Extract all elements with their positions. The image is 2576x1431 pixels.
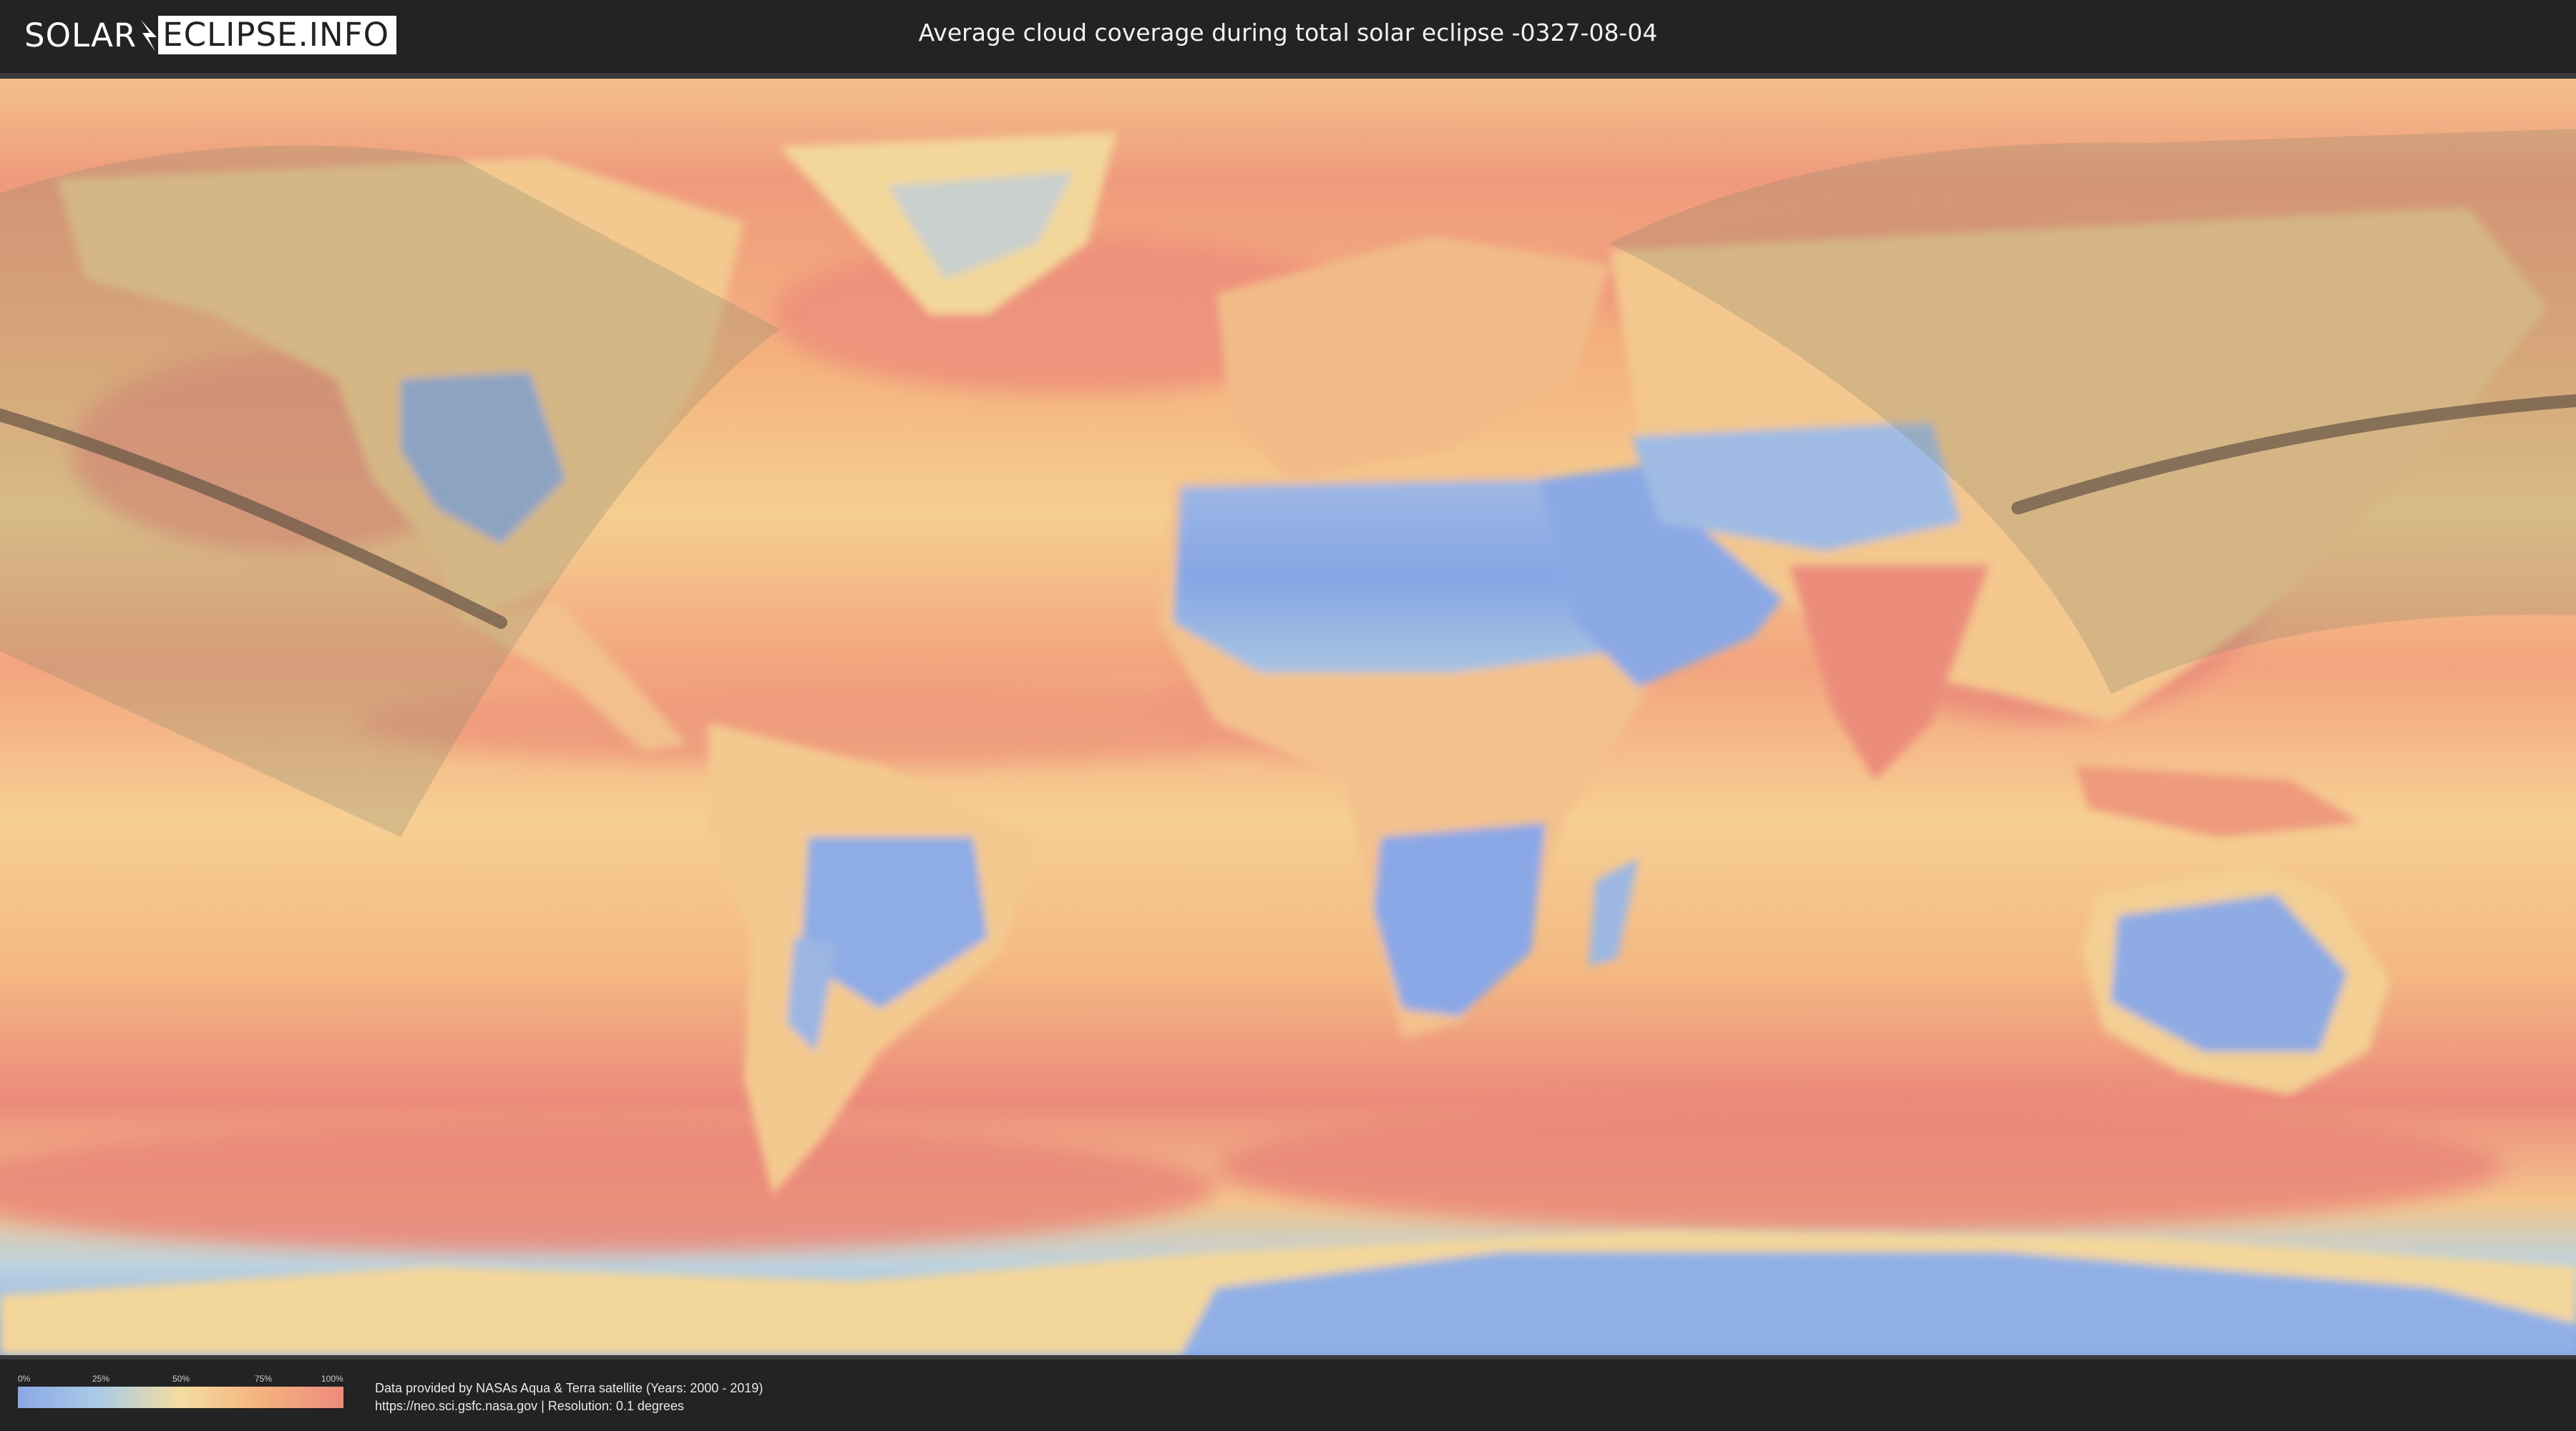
- legend-tick: 75%: [255, 1374, 273, 1384]
- page-title: Average cloud coverage during total sola…: [918, 19, 1658, 47]
- legend-tick: 0%: [18, 1374, 31, 1384]
- map-frame: [0, 73, 2576, 1359]
- cloud-coverage-map[interactable]: [0, 79, 2576, 1355]
- legend-color-bar: [18, 1387, 343, 1408]
- credits-line-1: Data provided by NASAs Aqua & Terra sate…: [375, 1381, 763, 1395]
- legend-tick: 50%: [172, 1374, 190, 1384]
- cloud-coverage-legend: 0% 25% 50% 75% 100%: [18, 1374, 343, 1408]
- header-bar: SOLAR ECLIPSE.INFO Average cloud coverag…: [0, 0, 2576, 73]
- data-credits: Data provided by NASAs Aqua & Terra sate…: [375, 1379, 763, 1415]
- credits-line-2: https://neo.sci.gsfc.nasa.gov | Resoluti…: [375, 1399, 684, 1413]
- footer-bar: 0% 25% 50% 75% 100% Data provided by NAS…: [0, 1359, 2576, 1431]
- legend-tick: 100%: [321, 1374, 343, 1384]
- legend-tick: 25%: [92, 1374, 110, 1384]
- legend-ticks: 0% 25% 50% 75% 100%: [18, 1374, 343, 1384]
